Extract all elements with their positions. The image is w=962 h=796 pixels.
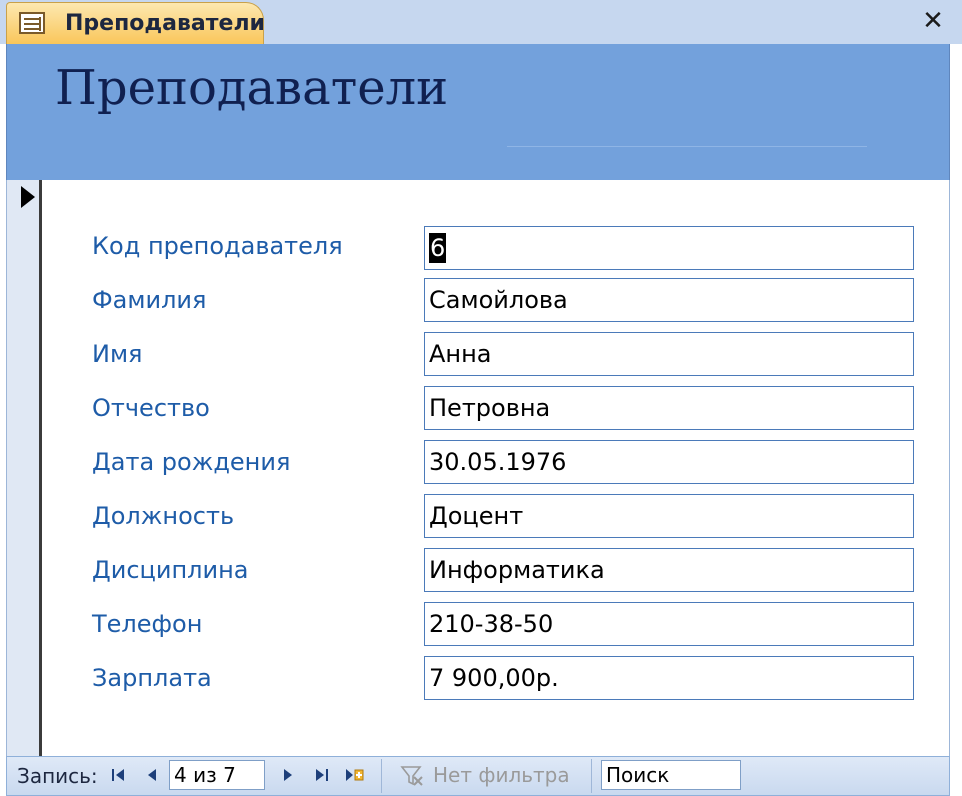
nav-separator: [591, 759, 592, 793]
teacher-code-field[interactable]: 6: [424, 226, 914, 270]
salary-field[interactable]: 7 900,00р.: [424, 656, 914, 700]
first-record-button[interactable]: [107, 764, 129, 786]
new-record-icon: [346, 769, 364, 781]
label-patronymic: Отчество: [92, 394, 210, 422]
label-teacher-code: Код преподавателя: [92, 232, 343, 260]
nav-separator: [381, 759, 382, 793]
first-name-field[interactable]: Анна: [424, 332, 914, 376]
form-title: Преподаватели: [55, 60, 449, 116]
label-birth-date: Дата рождения: [92, 448, 291, 476]
first-record-icon: [112, 769, 124, 781]
last-record-icon: [316, 769, 328, 781]
record-navigation-bar: Запись: 4 из 7 Нет фильтра Поиск: [6, 756, 950, 796]
filter-status-button[interactable]: Нет фильтра: [433, 763, 570, 787]
header-divider: [507, 146, 867, 147]
current-record-arrow-icon: [21, 186, 35, 208]
previous-record-button[interactable]: [141, 764, 163, 786]
form-icon: [19, 12, 45, 34]
patronymic-field[interactable]: Петровна: [424, 386, 914, 430]
form-detail: Код преподавателя 6 Фамилия Самойлова Им…: [42, 180, 950, 756]
new-record-button[interactable]: [343, 764, 365, 786]
record-selector[interactable]: [6, 180, 42, 756]
label-salary: Зарплата: [92, 664, 212, 692]
label-last-name: Фамилия: [92, 286, 207, 314]
phone-field[interactable]: 210-38-50: [424, 602, 914, 646]
label-position: Должность: [92, 502, 235, 530]
close-icon[interactable]: ✕: [918, 6, 948, 36]
last-name-field[interactable]: Самойлова: [424, 278, 914, 322]
record-label: Запись:: [17, 764, 98, 788]
position-field[interactable]: Доцент: [424, 494, 914, 538]
birth-date-field[interactable]: 30.05.1976: [424, 440, 914, 484]
next-record-button[interactable]: [277, 764, 299, 786]
label-phone: Телефон: [92, 610, 203, 638]
document-tab-strip: Преподаватели ✕: [0, 0, 962, 44]
current-record-input[interactable]: 4 из 7: [169, 760, 265, 790]
last-record-button[interactable]: [311, 764, 333, 786]
label-discipline: Дисциплина: [92, 556, 249, 584]
tab-teachers[interactable]: Преподаватели: [6, 2, 265, 44]
teacher-code-value: 6: [429, 233, 447, 263]
tab-label: Преподаватели: [65, 11, 265, 36]
form-header: Преподаватели: [6, 44, 950, 180]
next-record-icon: [284, 769, 292, 781]
discipline-field[interactable]: Информатика: [424, 548, 914, 592]
no-filter-icon: [400, 766, 423, 786]
search-input[interactable]: Поиск: [601, 760, 741, 790]
label-first-name: Имя: [92, 340, 143, 368]
previous-record-icon: [148, 769, 156, 781]
